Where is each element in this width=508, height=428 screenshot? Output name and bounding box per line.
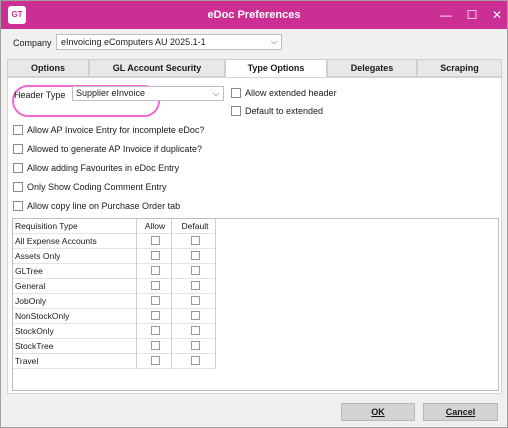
default-checkbox[interactable] (190, 326, 200, 336)
default-checkbox[interactable] (190, 356, 200, 366)
allow-ap-incomplete-checkbox[interactable] (13, 125, 23, 135)
default-cell (172, 264, 216, 279)
cancel-button[interactable]: Cancel (423, 403, 498, 421)
tab-delegates[interactable]: Delegates (327, 59, 417, 77)
allow-favourites-checkbox[interactable] (13, 163, 23, 173)
default-cell (172, 339, 216, 354)
allow-cell (137, 234, 172, 249)
header-type-value: Supplier eInvoice (76, 88, 146, 98)
header-type-select[interactable]: Supplier eInvoice ⌵ (72, 86, 224, 101)
tab-scraping[interactable]: Scraping (417, 59, 502, 77)
default-checkbox[interactable] (190, 311, 200, 321)
only-show-coding-checkbox[interactable] (13, 182, 23, 192)
window-title: eDoc Preferences (207, 9, 301, 21)
maximize-button[interactable]: ☐ (460, 5, 484, 25)
default-to-extended-label: Default to extended (245, 106, 324, 116)
table-row[interactable]: StockOnly (13, 324, 215, 339)
close-button[interactable]: ✕ (485, 5, 508, 25)
table-row[interactable]: StockTree (13, 339, 215, 354)
table-row[interactable]: General (13, 279, 215, 294)
allow-cell (137, 279, 172, 294)
requisition-type-cell: StockTree (13, 339, 137, 354)
column-header-default[interactable]: Default (172, 219, 216, 234)
table-header-row: Requisition Type Allow Default (13, 219, 215, 234)
allow-copy-line-checkbox[interactable] (13, 201, 23, 211)
chevron-down-icon: ⌵ (212, 89, 219, 98)
only-show-coding-label: Only Show Coding Comment Entry (27, 182, 167, 192)
allow-checkbox[interactable] (150, 341, 160, 351)
default-cell (172, 309, 216, 324)
allow-cell (137, 309, 172, 324)
default-cell (172, 324, 216, 339)
ok-button[interactable]: OK (341, 403, 415, 421)
tab-options[interactable]: Options (7, 59, 89, 77)
default-cell (172, 249, 216, 264)
allow-ap-incomplete-label: Allow AP Invoice Entry for incomplete eD… (27, 125, 205, 135)
requisition-type-cell: All Expense Accounts (13, 234, 137, 249)
chevron-down-icon: ⌵ (270, 37, 277, 46)
allow-extended-header-checkbox[interactable] (231, 88, 241, 98)
default-checkbox[interactable] (190, 341, 200, 351)
allow-cell (137, 339, 172, 354)
requisition-grid: Requisition Type Allow Default All Expen… (12, 218, 499, 391)
table-row[interactable]: Travel (13, 354, 215, 369)
allowed-generate-duplicate-label: Allowed to generate AP Invoice if duplic… (27, 144, 202, 154)
default-cell (172, 294, 216, 309)
type-options-panel: Header Type Supplier eInvoice ⌵ Allow ex… (7, 77, 502, 394)
allow-checkbox[interactable] (150, 251, 160, 261)
default-checkbox[interactable] (190, 251, 200, 261)
default-cell (172, 354, 216, 369)
allow-checkbox[interactable] (150, 356, 160, 366)
requisition-type-cell: NonStockOnly (13, 309, 137, 324)
tab-type-options[interactable]: Type Options (225, 59, 327, 78)
tab-gl-account-security[interactable]: GL Account Security (89, 59, 225, 77)
default-checkbox[interactable] (190, 281, 200, 291)
allow-copy-line-label: Allow copy line on Purchase Order tab (27, 201, 181, 211)
allow-favourites-label: Allow adding Favourites in eDoc Entry (27, 163, 180, 173)
requisition-type-cell: Travel (13, 354, 137, 369)
requisition-table: Requisition Type Allow Default All Expen… (13, 219, 216, 369)
allow-cell (137, 294, 172, 309)
allow-extended-header-label: Allow extended header (245, 88, 337, 98)
default-checkbox[interactable] (190, 266, 200, 276)
table-row[interactable]: Assets Only (13, 249, 215, 264)
requisition-type-cell: GLTree (13, 264, 137, 279)
table-row[interactable]: All Expense Accounts (13, 234, 215, 249)
allow-checkbox[interactable] (150, 236, 160, 246)
allow-cell (137, 264, 172, 279)
company-select[interactable]: eInvoicing eComputers AU 2025.1-1 ⌵ (56, 34, 282, 50)
default-checkbox[interactable] (190, 296, 200, 306)
default-cell (172, 234, 216, 249)
allow-checkbox[interactable] (150, 311, 160, 321)
table-row[interactable]: JobOnly (13, 294, 215, 309)
requisition-type-cell: JobOnly (13, 294, 137, 309)
allow-checkbox[interactable] (150, 266, 160, 276)
tab-bar: Options GL Account Security Type Options… (7, 59, 502, 78)
column-header-allow[interactable]: Allow (137, 219, 172, 234)
table-row[interactable]: NonStockOnly (13, 309, 215, 324)
allow-checkbox[interactable] (150, 296, 160, 306)
allow-cell (137, 354, 172, 369)
default-to-extended-checkbox[interactable] (231, 106, 241, 116)
requisition-type-cell: General (13, 279, 137, 294)
allow-cell (137, 249, 172, 264)
allow-checkbox[interactable] (150, 281, 160, 291)
title-bar[interactable]: GT eDoc Preferences — ☐ ✕ (1, 1, 507, 29)
company-label: Company (13, 38, 52, 48)
requisition-type-cell: Assets Only (13, 249, 137, 264)
allow-cell (137, 324, 172, 339)
allow-checkbox[interactable] (150, 326, 160, 336)
preferences-window: GT eDoc Preferences — ☐ ✕ Company eInvoi… (0, 0, 508, 428)
allowed-generate-duplicate-checkbox[interactable] (13, 144, 23, 154)
default-cell (172, 279, 216, 294)
company-value: eInvoicing eComputers AU 2025.1-1 (61, 37, 206, 47)
minimize-button[interactable]: — (434, 5, 458, 25)
table-row[interactable]: GLTree (13, 264, 215, 279)
column-header-requisition-type[interactable]: Requisition Type (13, 219, 137, 234)
requisition-type-cell: StockOnly (13, 324, 137, 339)
header-type-label: Header Type (14, 90, 66, 100)
default-checkbox[interactable] (190, 236, 200, 246)
